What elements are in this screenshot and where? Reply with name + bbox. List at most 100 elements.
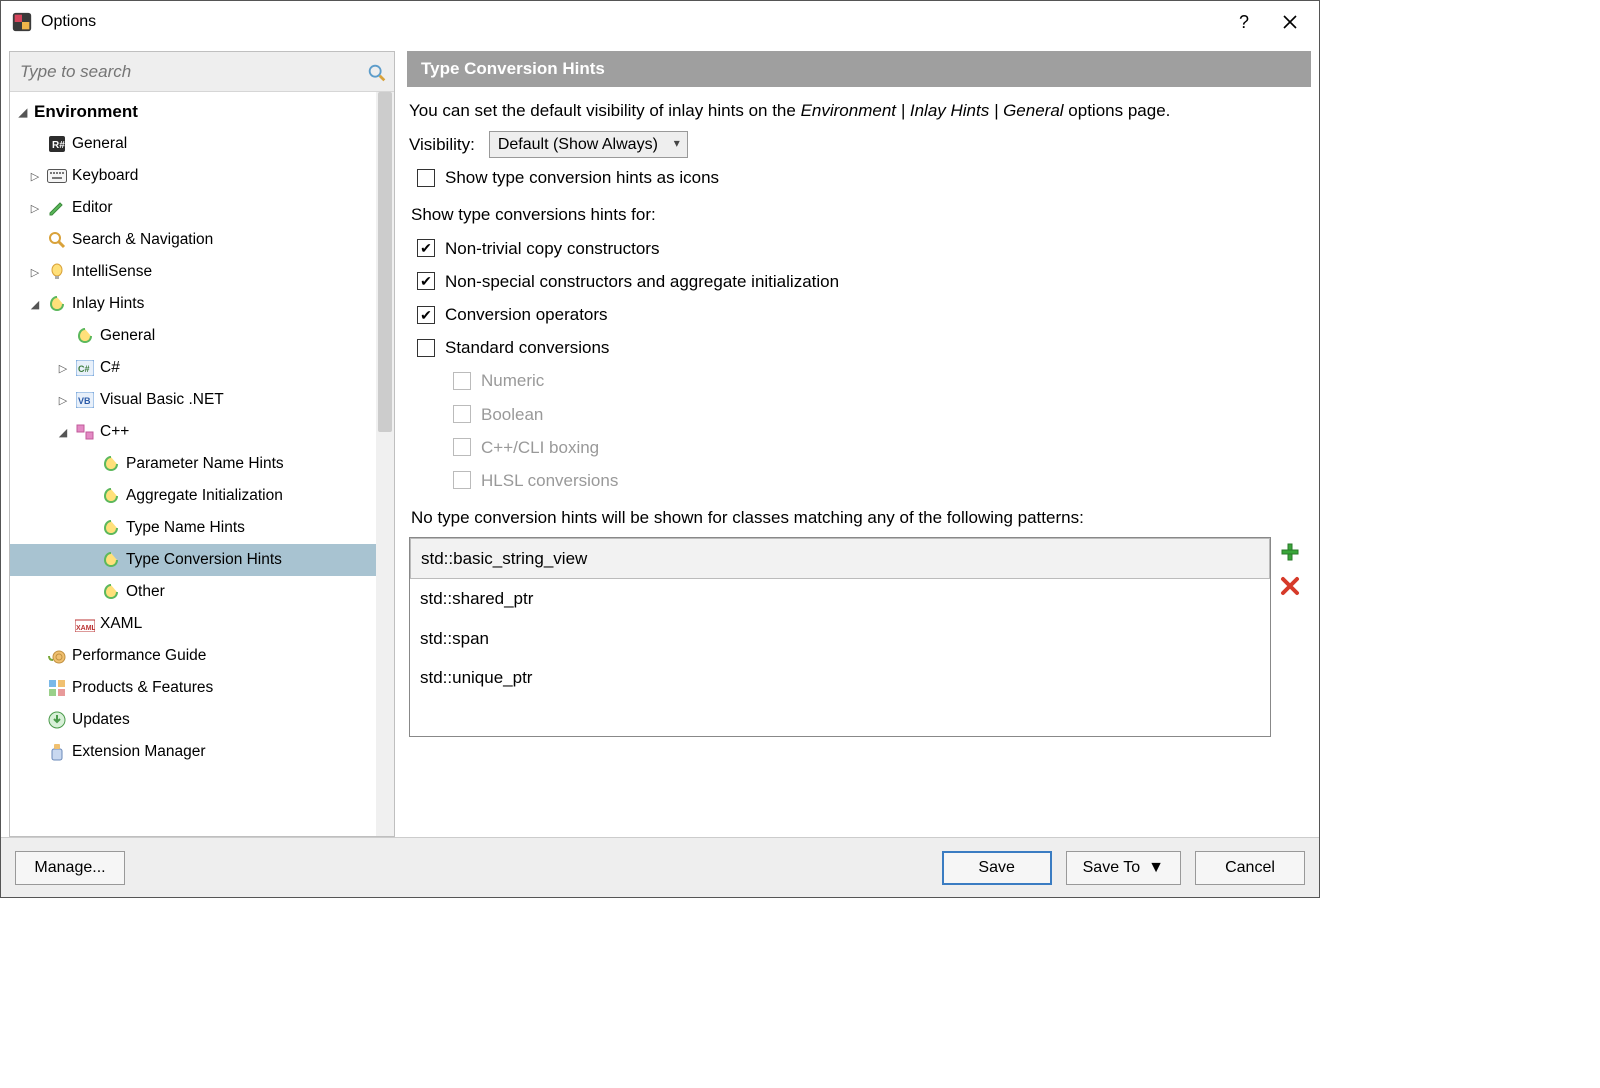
tree-agg-init[interactable]: Aggregate Initialization [10, 480, 376, 512]
tree-cpp[interactable]: ◢C++ [10, 416, 376, 448]
snail-icon [46, 648, 68, 664]
inlay-icon [100, 455, 122, 473]
panel-body: You can set the default visibility of in… [407, 87, 1311, 837]
checkbox-icon: ✔ [417, 306, 435, 324]
checkbox-icon [453, 438, 471, 456]
xaml-icon: XAML [74, 616, 96, 632]
exclude-list[interactable]: std::basic_string_view std::shared_ptr s… [409, 537, 1271, 737]
svg-text:R#: R# [52, 140, 65, 151]
list-item[interactable]: std::span [410, 619, 1270, 658]
vb-icon: VB [74, 392, 96, 408]
visibility-label: Visibility: [409, 131, 475, 158]
manage-button[interactable]: Manage... [15, 851, 125, 885]
exclude-label: No type conversion hints will be shown f… [411, 504, 1305, 531]
chevron-down-icon: ▼ [1148, 859, 1164, 877]
svg-text:VB: VB [78, 396, 91, 406]
keyboard-icon [46, 169, 68, 183]
tree-csharp[interactable]: ▷C#C# [10, 352, 376, 384]
search-input[interactable] [18, 61, 366, 83]
panel-title: Type Conversion Hints [407, 51, 1311, 87]
inlay-icon [100, 487, 122, 505]
opt-as-icons[interactable]: Show type conversion hints as icons [417, 164, 1305, 191]
checkbox-icon: ✔ [417, 239, 435, 257]
products-icon [46, 679, 68, 697]
magnifier-icon [46, 231, 68, 249]
list-item[interactable]: std::unique_ptr [410, 658, 1270, 697]
intro-text: You can set the default visibility of in… [409, 97, 1305, 124]
opt-boolean: Boolean [453, 401, 1305, 428]
tree-updates[interactable]: Updates [10, 704, 376, 736]
inlay-icon [100, 519, 122, 537]
add-pattern-button[interactable] [1279, 541, 1301, 563]
opt-convops[interactable]: ✔Conversion operators [417, 301, 1305, 328]
editor-icon [46, 199, 68, 217]
sidebar: ◢Environment R#General ▷Keyboard ▷Editor… [9, 51, 395, 837]
list-item[interactable]: std::basic_string_view [410, 538, 1270, 579]
tree-editor[interactable]: ▷Editor [10, 192, 376, 224]
cancel-button[interactable]: Cancel [1195, 851, 1305, 885]
opt-nonspecial[interactable]: ✔Non-special constructors and aggregate … [417, 268, 1305, 295]
tree-keyboard[interactable]: ▷Keyboard [10, 160, 376, 192]
bulb-icon [46, 263, 68, 281]
tree-inlay-hints[interactable]: ◢Inlay Hints [10, 288, 376, 320]
tree-other[interactable]: Other [10, 576, 376, 608]
tree-general[interactable]: R#General [10, 128, 376, 160]
tree-xaml[interactable]: XAMLXAML [10, 608, 376, 640]
checkbox-icon [453, 405, 471, 423]
checkbox-icon: ✔ [417, 272, 435, 290]
save-button[interactable]: Save [942, 851, 1052, 885]
inlay-icon [74, 327, 96, 345]
tree-perf-guide[interactable]: Performance Guide [10, 640, 376, 672]
inlay-icon [100, 551, 122, 569]
list-item[interactable]: std::shared_ptr [410, 579, 1270, 618]
window-title: Options [41, 13, 1221, 31]
general-icon: R# [46, 135, 68, 153]
save-to-button[interactable]: Save To▼ [1066, 851, 1181, 885]
tree-ih-general[interactable]: General [10, 320, 376, 352]
tree-intellisense[interactable]: ▷IntelliSense [10, 256, 376, 288]
app-icon [11, 11, 33, 33]
tree-container: ◢Environment R#General ▷Keyboard ▷Editor… [10, 92, 394, 836]
opt-cli: C++/CLI boxing [453, 434, 1305, 461]
tree-scrollbar[interactable] [376, 92, 394, 836]
help-button[interactable]: ? [1221, 1, 1267, 43]
opt-hlsl: HLSL conversions [453, 467, 1305, 494]
tree-environment[interactable]: ◢Environment [10, 96, 376, 128]
checkbox-icon [417, 169, 435, 187]
tree-type-name-hints[interactable]: Type Name Hints [10, 512, 376, 544]
inlay-icon [100, 583, 122, 601]
svg-text:C#: C# [78, 364, 90, 374]
visibility-row: Visibility: Default (Show Always) [409, 130, 1305, 158]
opt-nontrivial[interactable]: ✔Non-trivial copy constructors [417, 235, 1305, 262]
tree-search-nav[interactable]: Search & Navigation [10, 224, 376, 256]
list-buttons [1279, 537, 1305, 737]
checkbox-icon [453, 471, 471, 489]
csharp-icon: C# [74, 360, 96, 376]
opt-std[interactable]: Standard conversions [417, 334, 1305, 361]
tree-type-conv-hints[interactable]: Type Conversion Hints [10, 544, 376, 576]
svg-text:XAML: XAML [76, 625, 95, 632]
options-tree[interactable]: ◢Environment R#General ▷Keyboard ▷Editor… [10, 92, 376, 836]
tree-products[interactable]: Products & Features [10, 672, 376, 704]
cpp-icon [74, 424, 96, 440]
tree-ext-mgr[interactable]: Extension Manager [10, 736, 376, 768]
checkbox-icon [417, 339, 435, 357]
content-panel: Type Conversion Hints You can set the de… [407, 51, 1311, 837]
show-for-label: Show type conversions hints for: [411, 201, 1305, 228]
scrollbar-thumb[interactable] [378, 92, 392, 432]
options-dialog: Options ? ◢Environment R#General ▷Keyboa… [0, 0, 1320, 898]
updates-icon [46, 711, 68, 729]
visibility-select[interactable]: Default (Show Always) [489, 131, 688, 158]
inlay-icon [46, 295, 68, 313]
exclude-area: std::basic_string_view std::shared_ptr s… [409, 537, 1305, 737]
search-box [10, 52, 394, 92]
tree-vbnet[interactable]: ▷VBVisual Basic .NET [10, 384, 376, 416]
remove-pattern-button[interactable] [1279, 575, 1301, 597]
titlebar: Options ? [1, 1, 1319, 43]
opt-numeric: Numeric [453, 367, 1305, 394]
dialog-body: ◢Environment R#General ▷Keyboard ▷Editor… [1, 43, 1319, 837]
tree-param-hints[interactable]: Parameter Name Hints [10, 448, 376, 480]
close-button[interactable] [1267, 1, 1313, 43]
search-icon[interactable] [366, 62, 386, 82]
dialog-footer: Manage... Save Save To▼ Cancel [1, 837, 1319, 897]
